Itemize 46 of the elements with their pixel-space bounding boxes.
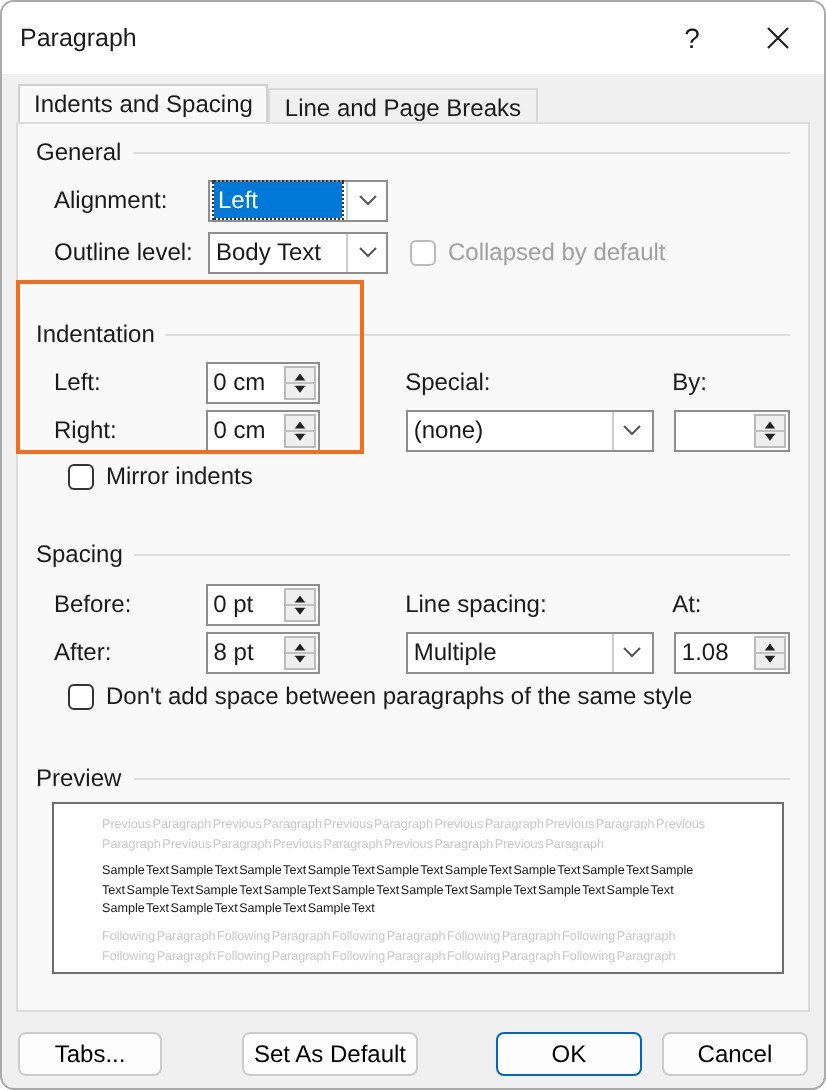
spin-field[interactable]	[673, 409, 791, 451]
spin-field[interactable]: 0 cm	[205, 361, 320, 403]
dropdown[interactable]: Body Text	[208, 231, 388, 273]
chevron-icon	[357, 194, 377, 206]
field-label: Right:	[52, 414, 119, 448]
help-button[interactable]: ?	[646, 17, 738, 59]
checkbox[interactable]	[68, 683, 94, 709]
field-label: Left:	[52, 366, 103, 400]
field-label: Outline level:	[52, 236, 195, 270]
field-label: Special:	[405, 366, 493, 400]
field-label: At:	[672, 588, 704, 622]
checkbox-label: Mirror indents	[106, 460, 253, 494]
group-heading: General	[36, 136, 122, 170]
spin-button[interactable]	[283, 365, 316, 399]
dialog-button[interactable]: Cancel	[661, 1032, 808, 1076]
field-label: By:	[672, 366, 709, 400]
field-label: Alignment:	[52, 184, 170, 218]
chevron-icon	[622, 424, 643, 436]
spin-field[interactable]: 8 pt	[205, 631, 320, 673]
group-heading: Indentation	[36, 318, 155, 352]
spin-field[interactable]: 0 pt	[205, 583, 320, 625]
dialog-button[interactable]: OK	[495, 1032, 642, 1076]
chevron-icon	[622, 646, 643, 658]
checkbox-label: Collapsed by default	[448, 236, 666, 270]
group-heading: Spacing	[36, 538, 123, 572]
field-label: Before:	[52, 588, 134, 622]
spin-field[interactable]: 1.08	[673, 631, 791, 673]
spin-button[interactable]	[754, 413, 787, 447]
field-label: After:	[52, 636, 114, 670]
spin-field[interactable]: 0 cm	[205, 409, 320, 451]
spin-button[interactable]	[283, 635, 316, 669]
checkbox-label: Don't add space between paragraphs of the same style	[106, 680, 693, 714]
window-title: Paragraph	[20, 21, 139, 56]
spin-button[interactable]	[754, 635, 787, 669]
dropdown[interactable]: Left	[208, 179, 388, 221]
chevron-icon	[357, 246, 377, 258]
dialog-button[interactable]: Set As Default	[242, 1032, 418, 1076]
group-heading: Preview	[36, 762, 122, 796]
spin-button[interactable]	[283, 413, 316, 447]
dropdown[interactable]: Multiple	[405, 631, 654, 673]
close-icon[interactable]	[766, 26, 790, 50]
field-label: Line spacing:	[405, 588, 549, 622]
spin-button[interactable]	[283, 587, 316, 621]
checkbox[interactable]	[68, 463, 94, 489]
dialog-button[interactable]: Tabs...	[18, 1032, 163, 1076]
dropdown[interactable]: (none)	[405, 409, 654, 451]
